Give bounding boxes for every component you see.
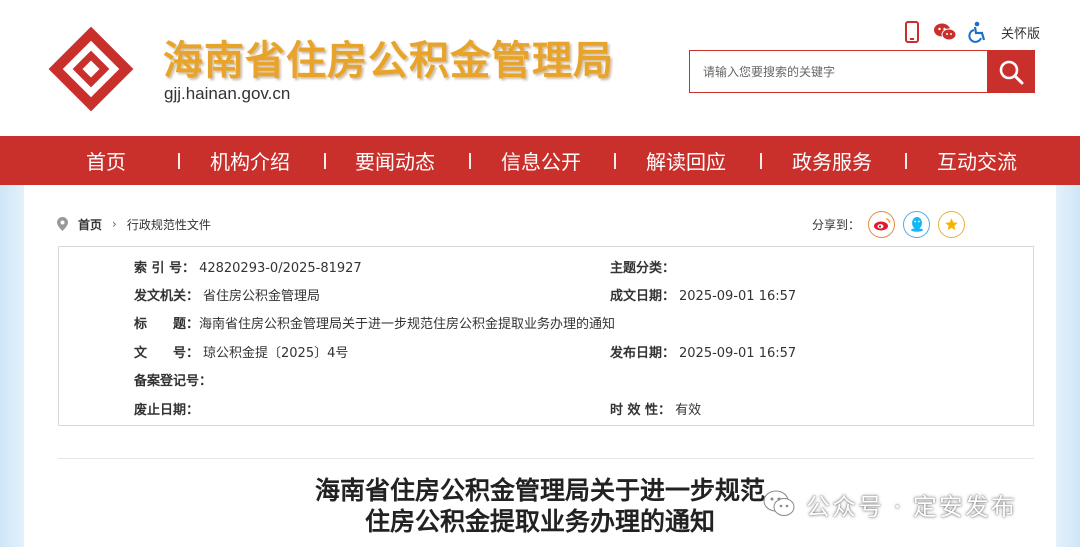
- nav-separator: [760, 153, 762, 169]
- search-box: [689, 50, 1035, 93]
- star-icon: [945, 217, 958, 230]
- watermark: 公众号 · 定安发布: [762, 486, 1017, 522]
- meta-abolish-label: 废止日期：: [134, 403, 200, 418]
- watermark-text: 公众号 · 定安发布: [806, 492, 1017, 521]
- meta-published: 发布日期： 2025-09-01 16:57: [610, 342, 796, 361]
- accessibility-icon[interactable]: [966, 20, 990, 44]
- meta-record: 备案登记号：: [134, 370, 216, 389]
- care-version-link[interactable]: 关怀版: [1001, 23, 1040, 42]
- meta-issuer-label: 发文机关：: [134, 289, 200, 304]
- weibo-icon: [873, 218, 890, 231]
- chevron-right-icon: ›: [112, 217, 117, 231]
- meta-created-value: 2025-09-01 16:57: [679, 289, 797, 304]
- qq-share-button[interactable]: [903, 210, 931, 238]
- meta-index-value: 42820293-0/2025-81927: [199, 261, 362, 276]
- meta-validity: 时 效 性： 有效: [610, 399, 701, 418]
- nav-item-interpretation[interactable]: 解读回应: [646, 136, 726, 185]
- meta-issuer-value: 省住房公积金管理局: [203, 289, 321, 304]
- meta-title: 标 题：海南省住房公积金管理局关于进一步规范住房公积金提取业务办理的通知: [134, 313, 615, 332]
- document-metadata-box: 索 引 号： 42820293-0/2025-81927 主题分类： 发文机关：省…: [58, 246, 1034, 426]
- search-input[interactable]: [690, 51, 988, 92]
- divider: [58, 458, 1034, 459]
- breadcrumb: 首页 › 行政规范性文件: [57, 213, 211, 235]
- site-url: gjj.hainan.gov.cn: [164, 84, 291, 103]
- nav-separator: [178, 153, 180, 169]
- breadcrumb-current[interactable]: 行政规范性文件: [127, 216, 211, 233]
- nav-item-home[interactable]: 首页: [86, 136, 126, 185]
- meta-index: 索 引 号： 42820293-0/2025-81927: [134, 257, 362, 276]
- weibo-share-button[interactable]: [868, 210, 896, 238]
- nav-separator: [614, 153, 616, 169]
- meta-created-label: 成文日期：: [610, 289, 676, 304]
- meta-record-label: 备案登记号：: [134, 374, 213, 389]
- site-title[interactable]: 海南省住房公积金管理局: [163, 28, 614, 86]
- nav-separator: [469, 153, 471, 169]
- nav-item-about[interactable]: 机构介绍: [210, 136, 290, 185]
- meta-abolish: 废止日期：: [134, 399, 203, 418]
- meta-title-value: 海南省住房公积金管理局关于进一步规范住房公积金提取业务办理的通知: [199, 317, 616, 332]
- nav-separator: [905, 153, 907, 169]
- nav-item-news[interactable]: 要闻动态: [355, 136, 435, 185]
- nav-item-services[interactable]: 政务服务: [792, 136, 872, 185]
- search-icon: [999, 60, 1023, 84]
- meta-validity-label: 时 效 性：: [610, 403, 672, 418]
- wechat-official-account-icon: [763, 490, 795, 516]
- meta-validity-value: 有效: [675, 403, 702, 418]
- meta-docno-value: 琼公积金提〔2025〕4号: [203, 346, 349, 361]
- main-nav: 首页 机构介绍 要闻动态 信息公开 解读回应 政务服务 互动交流: [0, 136, 1080, 185]
- breadcrumb-home[interactable]: 首页: [78, 216, 102, 233]
- site-logo-icon[interactable]: [46, 24, 136, 114]
- meta-docno-label: 文 号：: [134, 346, 200, 361]
- top-utility-bar: 关怀版: [900, 20, 1040, 44]
- meta-docno: 文 号： 琼公积金提〔2025〕4号: [134, 342, 348, 361]
- nav-item-interaction[interactable]: 互动交流: [937, 136, 1017, 185]
- nav-separator: [324, 153, 326, 169]
- meta-topic: 主题分类：: [610, 257, 679, 276]
- share-bar: 分享到：: [812, 210, 973, 238]
- mobile-phone-icon[interactable]: [900, 20, 924, 44]
- meta-issuer: 发文机关： 省住房公积金管理局: [134, 285, 320, 304]
- search-button[interactable]: [987, 51, 1034, 92]
- meta-title-label: 标 题：: [134, 317, 200, 332]
- site-header: 海南省住房公积金管理局 gjj.hainan.gov.cn 关怀版: [0, 0, 1080, 136]
- nav-item-disclosure[interactable]: 信息公开: [501, 136, 581, 185]
- meta-created: 成文日期： 2025-09-01 16:57: [610, 285, 796, 304]
- meta-topic-label: 主题分类：: [610, 261, 676, 276]
- qq-icon: [910, 217, 923, 232]
- meta-published-value: 2025-09-01 16:57: [679, 346, 797, 361]
- share-label: 分享到：: [812, 217, 861, 232]
- meta-published-label: 发布日期：: [610, 346, 676, 361]
- meta-index-label: 索 引 号：: [134, 261, 196, 276]
- qzone-share-button[interactable]: [938, 210, 966, 238]
- location-pin-icon: [57, 217, 68, 231]
- wechat-icon[interactable]: [933, 20, 957, 44]
